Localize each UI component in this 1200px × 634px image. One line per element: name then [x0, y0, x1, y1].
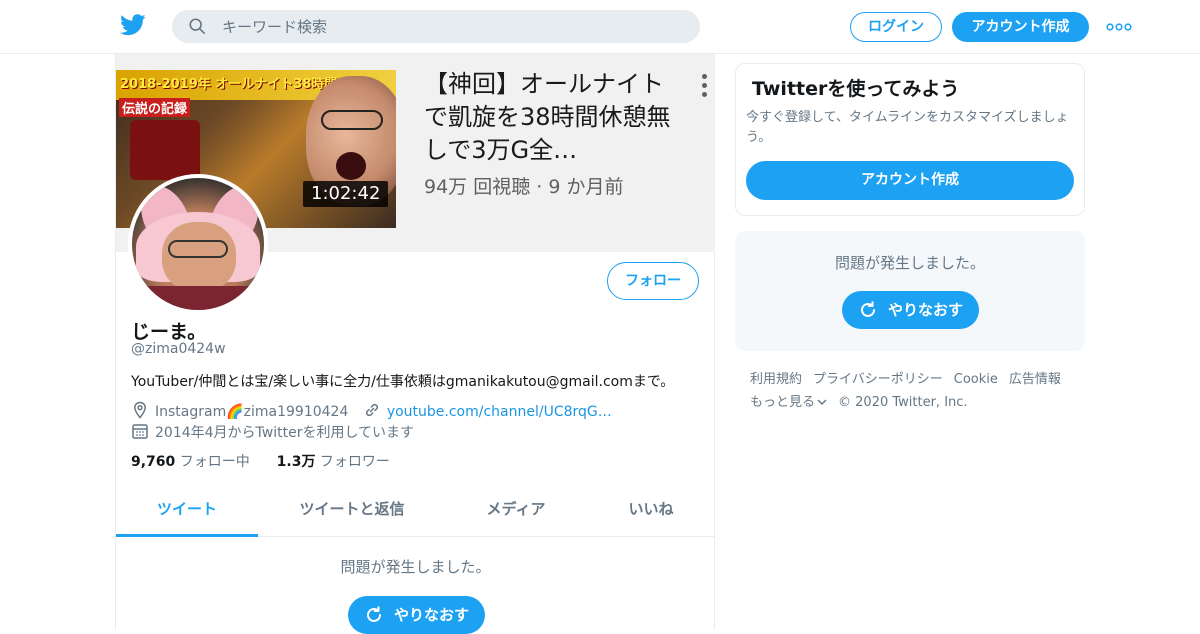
sidebar-error-card: 問題が発生しました。 やりなおす: [735, 231, 1085, 351]
link-icon: [365, 403, 378, 417]
profile-location-and-url: Instagram🌈zima19910424 youtube.com/chann…: [131, 401, 612, 420]
profile-bio: YouTuber/仲間とは宝/楽しい事に全力/仕事依頼はgmanikakutou…: [131, 374, 675, 390]
location-pin-icon: [134, 401, 146, 419]
timeline-error-text: 問題が発生しました。: [340, 558, 491, 576]
twitter-bird-icon[interactable]: [120, 14, 146, 36]
profile-stats: 9,760 フォロー中 1.3万 フォロワー: [131, 451, 390, 471]
tab-tweets-and-replies[interactable]: ツイートと返信: [282, 484, 422, 537]
retry-label: やりなおす: [888, 301, 964, 319]
sidebar-footer: 利用規約 プライバシーポリシー Cookie 広告情報 もっと見る © 2020 Twi…: [750, 368, 1080, 414]
video-title[interactable]: 【神回】オールナイトで凱旋を38時間休憩無しで3万G全…: [424, 68, 684, 167]
profile-joined: 2014年4月からTwitterを利用しています: [131, 422, 414, 442]
refresh-icon: [861, 301, 875, 317]
signup-card: Twitterを使ってみよう 今すぐ登録して、タイムラインをカスタマイズしましょ…: [735, 63, 1085, 216]
profile-location: Instagram🌈zima19910424: [155, 404, 349, 420]
profile-handle: @zima0424w: [131, 341, 226, 357]
more-options-icon[interactable]: [1106, 18, 1132, 36]
followers-stat[interactable]: 1.3万 フォロワー: [277, 454, 390, 470]
signup-card-button[interactable]: アカウント作成: [746, 161, 1074, 200]
following-stat[interactable]: 9,760 フォロー中: [131, 454, 250, 470]
top-navigation-bar: ログイン アカウント作成: [0, 0, 1200, 54]
footer-link-privacy[interactable]: プライバシーポリシー: [813, 372, 943, 387]
sidebar-error-text: 問題が発生しました。: [834, 254, 985, 272]
signup-card-text: 今すぐ登録して、タイムラインをカスタマイズしましょう。: [746, 110, 1069, 145]
signup-card-title: Twitterを使ってみよう: [752, 78, 960, 100]
search-icon: [189, 18, 206, 35]
profile-tabs: ツイート ツイートと返信 メディア いいね: [116, 484, 715, 537]
video-meta: 94万 回視聴 · 9 か月前: [424, 176, 624, 198]
chevron-down-icon: [817, 399, 827, 405]
avatar[interactable]: [128, 174, 268, 314]
footer-link-ads[interactable]: 広告情報: [1009, 372, 1061, 387]
calendar-icon: [132, 424, 148, 439]
thumbnail-side-text: 伝説の記録: [119, 98, 191, 117]
profile-url-link[interactable]: youtube.com/channel/UC8rqG…: [387, 404, 612, 420]
tab-media[interactable]: メディア: [456, 484, 576, 537]
signup-button[interactable]: アカウント作成: [952, 12, 1089, 42]
retry-label: やりなおす: [394, 606, 470, 624]
footer-copyright: © 2020 Twitter, Inc.: [838, 395, 968, 410]
search-bar[interactable]: [172, 10, 700, 43]
sidebar-retry-button[interactable]: やりなおす: [842, 291, 979, 329]
tab-tweets[interactable]: ツイート: [116, 484, 258, 537]
video-menu-icon[interactable]: [701, 74, 709, 100]
footer-more-link[interactable]: もっと見る: [750, 395, 827, 410]
video-duration: 1:02:42: [303, 181, 389, 207]
profile-column: 2018-2019年 オールナイト38時間 伝説の記録 1:02:42 【神回】…: [115, 54, 715, 634]
footer-link-terms[interactable]: 利用規約: [750, 372, 802, 387]
follow-button[interactable]: フォロー: [607, 262, 699, 300]
tab-likes[interactable]: いいね: [606, 484, 696, 537]
joined-date: 2014年4月からTwitterを利用しています: [155, 425, 415, 441]
profile-name: じーま。: [131, 321, 207, 343]
footer-link-cookie[interactable]: Cookie: [954, 372, 998, 387]
thumbnail-caption: 2018-2019年 オールナイト38時間: [120, 77, 338, 92]
search-input[interactable]: [222, 10, 682, 43]
refresh-icon: [367, 606, 381, 622]
timeline-retry-button[interactable]: やりなおす: [348, 596, 485, 634]
login-button[interactable]: ログイン: [850, 12, 942, 42]
